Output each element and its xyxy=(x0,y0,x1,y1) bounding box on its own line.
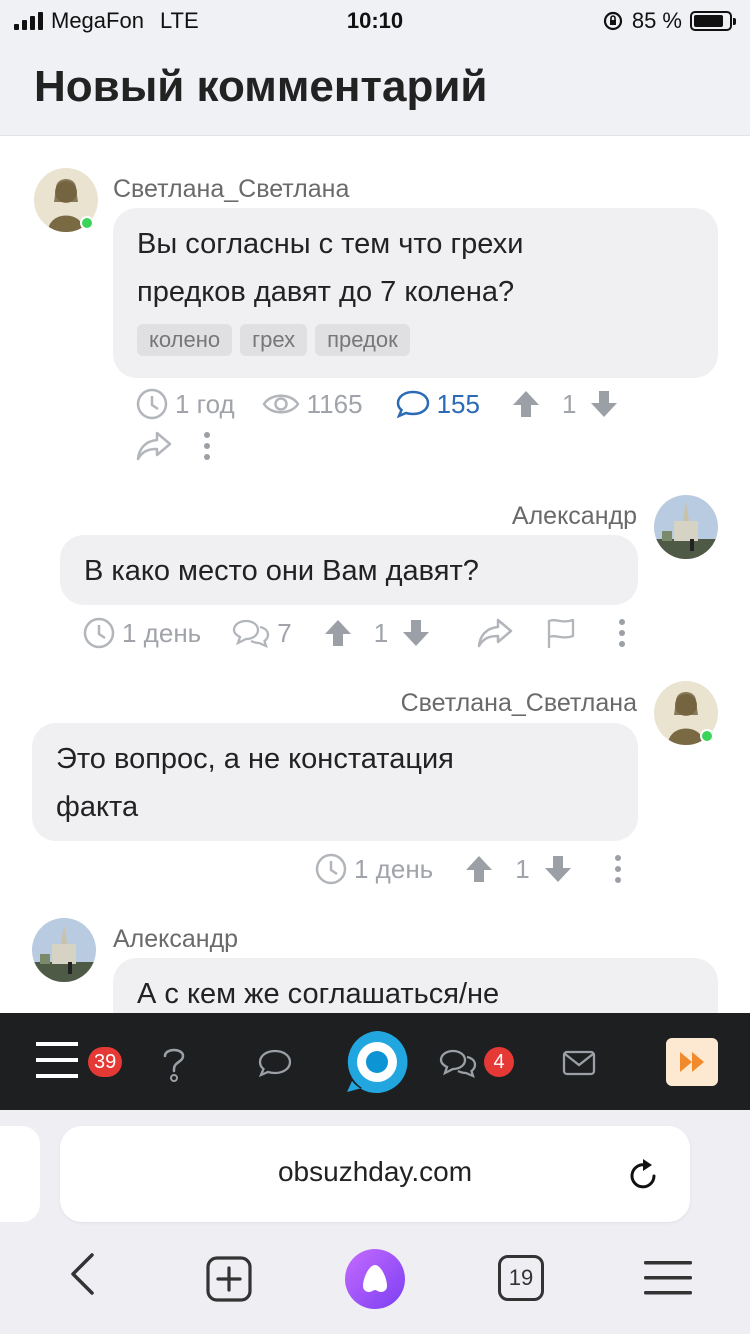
comment-text-line: В како место они Вам давят? xyxy=(84,555,479,587)
clock-icon xyxy=(136,388,168,420)
comment-text-line: Это вопрос, а не констатация xyxy=(56,743,454,775)
battery-percent: 85 % xyxy=(631,8,682,33)
comment-icon xyxy=(396,390,429,419)
reload-icon[interactable] xyxy=(628,1156,660,1192)
back-icon[interactable] xyxy=(68,1252,96,1296)
views-count: 1165 xyxy=(306,388,363,419)
time-ago: 1 день xyxy=(122,617,202,648)
time-info: 1 день xyxy=(314,852,433,886)
replies-count: 7 xyxy=(277,617,292,648)
replies-button[interactable]: 7 xyxy=(231,617,292,649)
alice-assistant-icon[interactable] xyxy=(344,1248,406,1310)
new-tab-icon[interactable] xyxy=(205,1255,253,1303)
question-actions xyxy=(135,426,211,466)
comment-text-line: факта xyxy=(56,791,139,823)
more-icon[interactable] xyxy=(203,431,211,461)
status-right: 85 % xyxy=(602,8,736,34)
comment-meta: 1 день 1 xyxy=(314,849,622,889)
share-icon[interactable] xyxy=(135,429,173,463)
answers-button[interactable]: 155 xyxy=(395,388,480,420)
comments-feed[interactable]: Светлана_Светлана Вы согласны с тем что … xyxy=(0,137,750,1013)
more-icon[interactable] xyxy=(614,854,622,884)
tag[interactable]: колено xyxy=(137,324,233,356)
views-info: 1165 xyxy=(261,389,363,420)
upvote-icon[interactable] xyxy=(510,388,542,420)
tag[interactable]: предок xyxy=(315,324,410,356)
comment-bubble: В како место они Вам давят? xyxy=(60,535,638,605)
tag[interactable]: грех xyxy=(240,324,308,356)
time-info: 1 день xyxy=(82,616,201,650)
question-text-line: предков давят до 7 колена? xyxy=(137,276,515,308)
battery-icon xyxy=(690,11,736,31)
status-bar: MegaFon LTE 10:10 85 % xyxy=(0,0,750,40)
time-ago: 1 год xyxy=(175,388,235,419)
rating-count: 1 xyxy=(373,617,389,648)
comment-author[interactable]: Светлана_Светлана xyxy=(401,689,637,718)
rating-count: 1 xyxy=(561,388,577,419)
online-indicator xyxy=(80,216,94,230)
orientation-lock-icon xyxy=(603,11,622,31)
comment-author[interactable]: Светлана_Светлана xyxy=(113,175,349,204)
question-bubble: Вы согласны с тем что грехи предков давя… xyxy=(113,208,718,378)
discussions-icon[interactable] xyxy=(438,1047,478,1079)
menu-icon[interactable] xyxy=(36,1042,78,1078)
comment-meta: 1 день 7 1 xyxy=(82,613,626,653)
vote-control: 1 xyxy=(463,853,573,885)
more-icon[interactable] xyxy=(618,618,626,648)
downvote-icon[interactable] xyxy=(588,388,620,420)
online-indicator xyxy=(700,729,714,743)
flag-icon[interactable] xyxy=(544,616,578,650)
tabs-button[interactable]: 19 xyxy=(498,1255,544,1301)
previous-tab-card[interactable] xyxy=(0,1126,40,1222)
vote-control: 1 xyxy=(510,388,620,420)
browser-chrome: obsuzhday.com 19 xyxy=(0,1110,750,1334)
comment-author[interactable]: Александр xyxy=(113,925,238,954)
site-bottom-bar: 39 4 xyxy=(0,1013,750,1110)
comment-bubble: Это вопрос, а не констатация факта xyxy=(32,723,638,841)
page-title: Новый комментарий xyxy=(34,62,488,111)
answers-count: 155 xyxy=(436,388,480,419)
question-text-line: Вы согласны с тем что грехи xyxy=(137,228,524,260)
time-ago: 1 день xyxy=(354,853,434,884)
tag-list: колено грех предок xyxy=(137,324,694,356)
upvote-icon[interactable] xyxy=(463,853,495,885)
share-icon[interactable] xyxy=(476,616,514,650)
page-header: Новый комментарий xyxy=(0,40,750,136)
upvote-icon[interactable] xyxy=(322,617,354,649)
tabs-count: 19 xyxy=(508,1265,534,1290)
chat-icon[interactable] xyxy=(256,1047,294,1079)
fast-forward-button[interactable] xyxy=(666,1038,718,1086)
clock-icon xyxy=(83,617,115,649)
fast-forward-icon xyxy=(680,1052,704,1072)
question-meta: 1 год 1165 155 1 xyxy=(135,384,620,424)
messages-badge: 4 xyxy=(484,1047,514,1077)
time-info: 1 год xyxy=(135,387,235,421)
avatar[interactable] xyxy=(32,918,96,982)
question-icon[interactable] xyxy=(160,1045,188,1083)
ask-question-icon[interactable] xyxy=(344,1029,410,1095)
mail-icon[interactable] xyxy=(562,1050,596,1076)
avatar[interactable] xyxy=(654,495,718,559)
clock-icon xyxy=(315,853,347,885)
address-bar[interactable]: obsuzhday.com xyxy=(60,1126,690,1222)
downvote-icon[interactable] xyxy=(400,617,432,649)
vote-control: 1 xyxy=(322,617,432,649)
comment-text-line: А с кем же соглашаться/не xyxy=(137,978,500,1010)
eye-icon xyxy=(262,394,300,414)
rating-count: 1 xyxy=(515,853,530,884)
comment-author[interactable]: Александр xyxy=(512,502,637,531)
comments-icon xyxy=(233,619,270,649)
url-text: obsuzhday.com xyxy=(277,1156,473,1187)
browser-menu-icon[interactable] xyxy=(644,1259,692,1297)
menu-badge: 39 xyxy=(88,1047,123,1077)
downvote-icon[interactable] xyxy=(542,853,574,885)
comment-bubble: А с кем же соглашаться/не xyxy=(113,958,718,1013)
